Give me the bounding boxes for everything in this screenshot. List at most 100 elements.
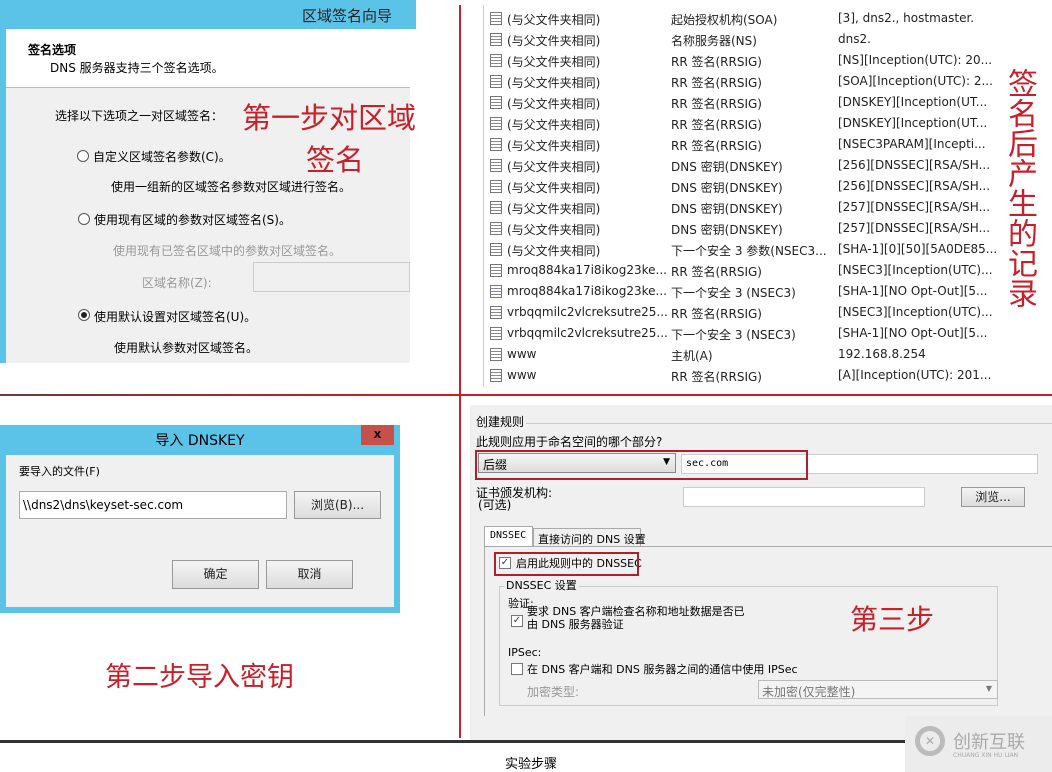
records-annotation: 签名后产生的记录 (1002, 68, 1037, 308)
record-type: RR 签名(RRSIG) (671, 139, 762, 153)
record-name: (与父文件夹相同) (507, 118, 601, 132)
record-type: 名称服务器(NS) (671, 34, 757, 48)
record-row[interactable]: (与父文件夹相同) RR 签名(RRSIG) [NSEC3PARAM][Incept… (484, 134, 991, 155)
record-type: 下一个安全 3 参数(NSEC3... (671, 244, 827, 258)
file-label: 要导入的文件(F) (19, 465, 100, 478)
record-icon (490, 33, 502, 46)
record-data: [256][DNSSEC][RSA/SH... (838, 158, 991, 172)
record-icon (490, 12, 502, 25)
tab-dnssec[interactable]: DNSSEC (484, 526, 533, 547)
record-type: RR 签名(RRSIG) (671, 76, 762, 90)
record-icon (490, 75, 502, 88)
record-row[interactable]: mroq884ka17i8ikog23ke... 下一个安全 3 (NSEC3) [… (484, 281, 991, 302)
option-default-label[interactable]: 使用默认设置对区域签名(U)。 (94, 308, 256, 325)
record-icon (490, 159, 502, 172)
record-type: RR 签名(RRSIG) (671, 265, 762, 279)
record-icon (490, 243, 502, 256)
option-existing-desc: 使用现有已签名区域中的参数对区域签名。 (113, 244, 342, 258)
encryption-select[interactable]: 未加密(仅完整性) ▼ (758, 680, 998, 699)
radio-custom[interactable] (77, 150, 89, 162)
option-custom-label[interactable]: 自定义区域签名参数(C)。 (93, 148, 231, 165)
record-data: [256][DNSSEC][RSA/SH... (838, 179, 991, 193)
record-name: vrbqqmilc2vlcreksutre25... (507, 326, 668, 340)
option-default-desc: 使用默认参数对区域签名。 (114, 341, 259, 355)
record-icon (490, 201, 502, 214)
step3-annotation: 第三步 (850, 603, 935, 636)
namespace-question: 此规则应用于命名空间的哪个部分? (476, 435, 663, 449)
record-row[interactable]: www 主机(A) 192.168.8.254 (484, 344, 991, 365)
record-row[interactable]: (与父文件夹相同) 名称服务器(NS) dns2. (484, 29, 991, 50)
validation-text-2: 由 DNS 服务器验证 (527, 618, 624, 631)
record-type: DNS 密钥(DNSKEY) (671, 202, 783, 216)
ipsec-checkbox[interactable] (511, 663, 523, 675)
record-name: (与父文件夹相同) (507, 34, 601, 48)
step1-annotation-2: 签名 (306, 143, 365, 177)
import-body: 要导入的文件(F) 浏览(B)... 确定 取消 (6, 455, 394, 607)
browse-button[interactable]: 浏览(B)... (294, 491, 381, 519)
ca-browse-button[interactable]: 浏览... (961, 487, 1025, 507)
option-existing-label[interactable]: 使用现有区域的参数对区域签名(S)。 (94, 211, 291, 228)
chevron-down-icon: ▼ (985, 684, 992, 693)
record-type: 主机(A) (671, 349, 713, 363)
bottom-rule (0, 740, 905, 743)
record-row[interactable]: (与父文件夹相同) RR 签名(RRSIG) [DNSKEY][Inception(… (484, 113, 991, 134)
record-row[interactable]: (与父文件夹相同) DNS 密钥(DNSKEY) [257][DNSSEC][RSA… (484, 197, 991, 218)
record-icon (490, 54, 502, 67)
record-name: mroq884ka17i8ikog23ke... (507, 263, 667, 277)
record-data: [A][Inception(UTC): 201... (838, 368, 992, 382)
record-type: DNS 密钥(DNSKEY) (671, 223, 783, 237)
vertical-divider (459, 5, 461, 738)
prompt: 选择以下选项之一对区域签名： (55, 109, 224, 123)
record-row[interactable]: vrbqqmilc2vlcreksutre25... RR 签名(RRSIG) [N… (484, 302, 993, 323)
record-row[interactable]: mroq884ka17i8ikog23ke... RR 签名(RRSIG) [NSE… (484, 260, 993, 281)
record-icon (490, 306, 502, 319)
highlight-box (475, 450, 808, 480)
file-input[interactable] (19, 491, 287, 519)
record-row[interactable]: vrbqqmilc2vlcreksutre25... 下一个安全 3 (NSEC3… (484, 323, 991, 344)
wizard-title: 区域签名向导 (301, 7, 392, 25)
record-data: [NS][Inception(UTC): 20... (838, 53, 993, 67)
record-row[interactable]: (与父文件夹相同) 下一个安全 3 参数(NSEC3... [SHA-1][0][5… (484, 239, 997, 260)
validation-checkbox[interactable]: ✓ (511, 615, 523, 627)
validation-text-1: 要求 DNS 客户端检查名称和地址数据是否已 (527, 605, 745, 618)
radio-existing[interactable] (78, 213, 90, 225)
watermark-sub: CHUANG XIN HU LIAN (953, 752, 1019, 759)
record-name: (与父文件夹相同) (507, 13, 601, 27)
record-icon (490, 138, 502, 151)
cancel-button[interactable]: 取消 (266, 560, 353, 589)
record-name: (与父文件夹相同) (507, 55, 601, 69)
record-data: [257][DNSSEC][RSA/SH... (838, 200, 991, 214)
caption: 实验步骤 (505, 757, 558, 772)
ipsec-text: 在 DNS 客户端和 DNS 服务器之间的通信中使用 IPSec (527, 663, 798, 676)
group-line (526, 423, 1052, 424)
record-row[interactable]: (与父文件夹相同) DNS 密钥(DNSKEY) [256][DNSSEC][RSA… (484, 155, 991, 176)
record-data: [NSEC3][Inception(UTC)... (838, 305, 993, 319)
wizard-header: 签名选项 DNS 服务器支持三个签名选项。 (6, 29, 410, 88)
watermark-logo-icon: ✕ (915, 726, 945, 756)
ok-button[interactable]: 确定 (172, 560, 259, 589)
record-type: RR 签名(RRSIG) (671, 118, 762, 132)
step1-annotation: 第一步对区域 (242, 101, 417, 135)
record-data: [NSEC3PARAM][Incepti... (838, 137, 986, 151)
settings-group-title: DNSSEC 设置 (504, 577, 579, 593)
radio-default[interactable] (78, 309, 90, 321)
record-row[interactable]: (与父文件夹相同) 起始授权机构(SOA) [3], dns2., hostmast… (484, 8, 991, 29)
record-data: 192.168.8.254 (838, 347, 926, 361)
record-row[interactable]: (与父文件夹相同) RR 签名(RRSIG) [NS][Inception(UTC)… (484, 50, 993, 71)
record-row[interactable]: (与父文件夹相同) RR 签名(RRSIG) [DNSKEY][Inception(… (484, 92, 991, 113)
record-type: RR 签名(RRSIG) (671, 55, 762, 69)
close-button[interactable]: x (361, 425, 394, 445)
record-icon (490, 285, 502, 298)
tab-direct-access[interactable]: 直接访问的 DNS 设置 (533, 528, 646, 546)
record-row[interactable]: (与父文件夹相同) DNS 密钥(DNSKEY) [256][DNSSEC][RSA… (484, 176, 991, 197)
record-row[interactable]: (与父文件夹相同) RR 签名(RRSIG) [SOA][Inception(UTC… (484, 71, 993, 92)
zone-name-label: 区域名称(Z): (142, 276, 212, 290)
ca-optional: (可选) (478, 498, 512, 512)
ca-input[interactable] (683, 487, 925, 507)
record-row[interactable]: www RR 签名(RRSIG) [A][Inception(UTC): 201..… (484, 365, 991, 386)
record-icon (490, 117, 502, 130)
record-row[interactable]: (与父文件夹相同) DNS 密钥(DNSKEY) [257][DNSSEC][RSA… (484, 218, 991, 239)
zone-name-input[interactable] (253, 262, 410, 292)
record-name: (与父文件夹相同) (507, 223, 601, 237)
record-name: (与父文件夹相同) (507, 97, 601, 111)
